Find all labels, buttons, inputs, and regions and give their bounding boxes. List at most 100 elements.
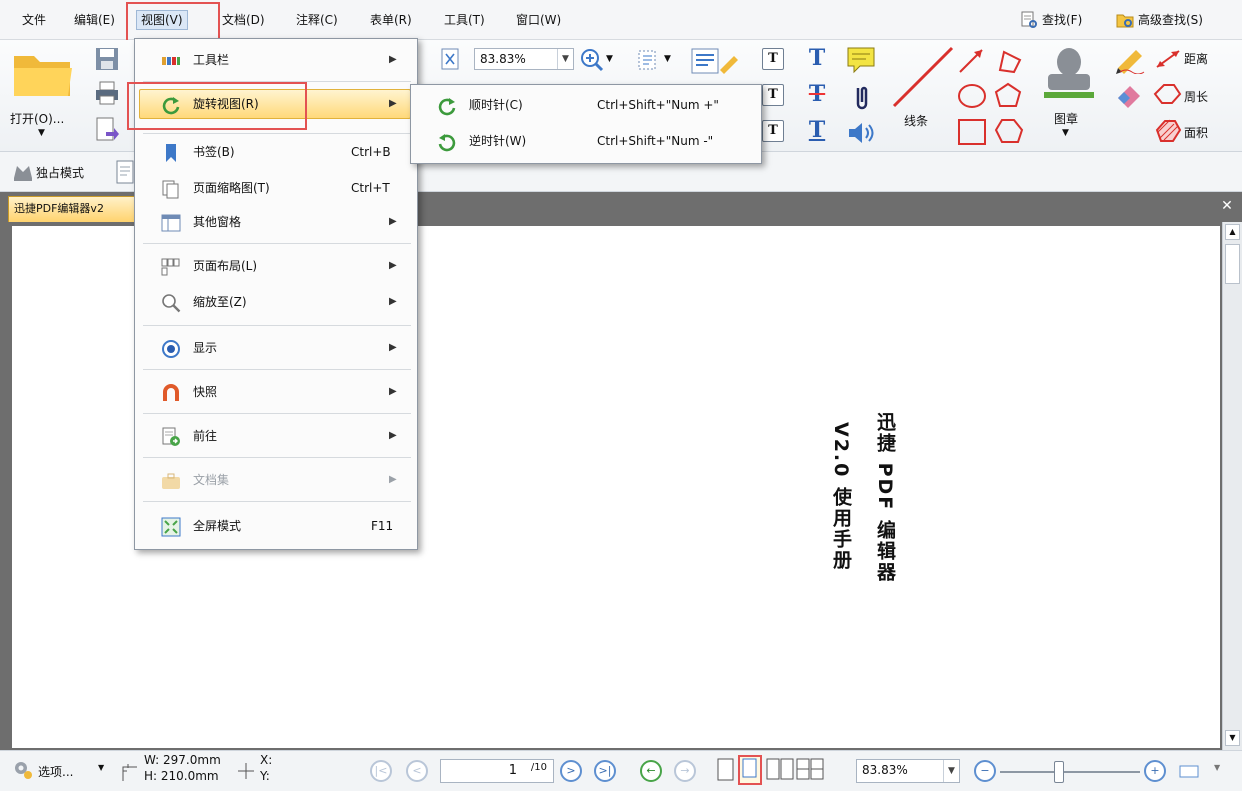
menu-edit[interactable]: 编辑(E) xyxy=(70,10,119,30)
text-field-icon[interactable]: T xyxy=(762,120,784,142)
stamp-label[interactable]: 图章 xyxy=(1054,110,1078,127)
sound-icon[interactable] xyxy=(846,120,876,146)
full-screen-icon xyxy=(161,517,181,537)
export-icon[interactable] xyxy=(94,116,120,144)
gear-icon[interactable] xyxy=(12,759,34,781)
typewriter-text-icon[interactable]: T xyxy=(806,47,828,70)
stamp-icon[interactable] xyxy=(1038,44,1100,108)
chevron-right-icon: ▶ xyxy=(389,430,397,441)
menu-window[interactable]: 窗口(W) xyxy=(512,10,565,30)
zoom-in-button[interactable]: + xyxy=(1144,760,1166,782)
note-icon[interactable] xyxy=(846,46,876,74)
pencil-icon[interactable] xyxy=(1114,44,1148,74)
zoom-value: 83.83% xyxy=(480,52,526,66)
zoom-combo[interactable]: 83.83% ▼ xyxy=(474,48,574,70)
line-tool-icon[interactable] xyxy=(890,44,956,110)
first-page-button[interactable]: |< xyxy=(370,760,392,782)
continuous-page-icon[interactable] xyxy=(738,755,762,785)
advanced-find-icon xyxy=(1116,14,1134,28)
save-icon[interactable] xyxy=(94,46,120,72)
menu-form[interactable]: 表单(R) xyxy=(366,10,416,30)
status-zoom-combo[interactable]: 83.83% ▼ xyxy=(856,759,960,783)
open-label[interactable]: 打开(O)... xyxy=(10,110,64,127)
perimeter-label[interactable]: 周长 xyxy=(1184,88,1208,105)
go-back-button[interactable]: ← xyxy=(640,760,662,782)
underline-icon[interactable]: T xyxy=(806,119,828,142)
document-tab[interactable]: 迅捷PDF编辑器v2 xyxy=(8,196,136,222)
chevron-down-icon[interactable]: ▼ xyxy=(943,760,959,782)
menu-file[interactable]: 文件 xyxy=(18,10,50,30)
fit-page-icon[interactable] xyxy=(440,48,460,70)
fit-width-icon[interactable] xyxy=(1178,763,1200,779)
scroll-up-icon[interactable]: ▲ xyxy=(1225,224,1240,240)
find-icon xyxy=(1021,11,1037,28)
menu-item-display[interactable]: 显示 ▶ xyxy=(135,331,417,365)
print-icon[interactable] xyxy=(94,80,120,106)
single-page-icon[interactable] xyxy=(716,757,736,783)
menu-item-full-screen[interactable]: 全屏模式 F11 xyxy=(135,509,417,543)
scroll-down-icon[interactable]: ▼ xyxy=(1225,730,1240,746)
zoom-out-button[interactable]: − xyxy=(974,760,996,782)
menu-tools[interactable]: 工具(T) xyxy=(440,10,489,30)
zoom-slider-thumb[interactable] xyxy=(1054,761,1064,783)
menu-comment[interactable]: 注释(C) xyxy=(292,10,342,30)
menu-item-page-layout[interactable]: 页面布局(L) ▶ xyxy=(135,249,417,283)
attachment-icon[interactable] xyxy=(850,84,872,112)
area-icon[interactable] xyxy=(1152,118,1182,144)
zoom-in-icon[interactable] xyxy=(580,48,604,72)
text-box-icon[interactable]: T xyxy=(762,48,784,70)
last-page-button[interactable]: >| xyxy=(594,760,616,782)
vertical-scrollbar[interactable]: ▲ ▼ xyxy=(1222,222,1242,750)
menu-item-go-to[interactable]: 前往 ▶ xyxy=(135,419,417,453)
menu-item-rotate-counterclockwise[interactable]: 逆时针(W) Ctrl+Shift+"Num -" xyxy=(411,123,761,159)
continuous-facing-icon[interactable] xyxy=(796,757,824,783)
callout-icon[interactable]: T xyxy=(762,84,784,106)
open-folder-icon[interactable] xyxy=(12,48,74,100)
shapes-group xyxy=(958,49,1024,145)
menu-document[interactable]: 文档(D) xyxy=(218,10,269,30)
options-dropdown-icon[interactable]: ▼ xyxy=(98,763,104,772)
find-button[interactable]: 查找(F) xyxy=(1020,8,1082,32)
page-height: H: 210.0mm xyxy=(144,769,219,783)
menu-item-snapshot[interactable]: 快照 ▶ xyxy=(135,375,417,409)
go-forward-button[interactable]: → xyxy=(674,760,696,782)
status-dropdown-icon[interactable]: ▼ xyxy=(1214,763,1220,772)
page-icon[interactable] xyxy=(116,160,134,184)
options-label[interactable]: 选项... xyxy=(38,763,73,780)
facing-pages-icon[interactable] xyxy=(766,757,794,783)
chevron-down-icon[interactable]: ▼ xyxy=(557,49,573,69)
menu-item-toolbar[interactable]: 工具栏 ▶ xyxy=(135,43,417,77)
menu-item-page-thumbnails[interactable]: 页面缩略图(T) Ctrl+T xyxy=(135,171,417,205)
strikeout-icon[interactable]: T xyxy=(806,83,828,106)
view-menu: 工具栏 ▶ 旋转视图(R) ▶ 书签(B) Ctrl+B 页面缩略图(T) Ct… xyxy=(127,38,418,550)
area-label[interactable]: 面积 xyxy=(1184,124,1208,141)
select-dropdown-icon[interactable]: ▼ xyxy=(664,54,671,64)
zoom-slider-track[interactable] xyxy=(1000,771,1140,773)
prev-page-button[interactable]: < xyxy=(406,760,428,782)
menu-separator xyxy=(143,413,411,414)
stamp-dropdown-icon[interactable]: ▼ xyxy=(1062,128,1069,138)
exclusive-mode-label[interactable]: 独占模式 xyxy=(36,164,84,181)
next-page-button[interactable]: > xyxy=(560,760,582,782)
select-text-icon[interactable] xyxy=(636,48,660,72)
open-dropdown-icon[interactable]: ▼ xyxy=(38,128,45,138)
distance-label[interactable]: 距离 xyxy=(1184,50,1208,67)
menu-item-other-panes[interactable]: 其他窗格 ▶ xyxy=(135,205,417,239)
distance-icon[interactable] xyxy=(1154,48,1182,70)
eraser-icon[interactable] xyxy=(1114,80,1144,108)
perimeter-icon[interactable] xyxy=(1152,82,1182,106)
advanced-find-button[interactable]: 高级查找(S) xyxy=(1116,8,1203,32)
line-label[interactable]: 线条 xyxy=(904,112,928,129)
zoom-dropdown-icon[interactable]: ▼ xyxy=(606,54,613,64)
page-number-field[interactable]: 1 /10 xyxy=(440,759,554,783)
typewriter-icon[interactable] xyxy=(690,46,746,76)
menu-item-rotate-clockwise[interactable]: 顺时针(C) Ctrl+Shift+"Num +" xyxy=(411,87,761,123)
page-total: /10 xyxy=(530,762,547,773)
scroll-thumb[interactable] xyxy=(1225,244,1240,284)
chevron-right-icon: ▶ xyxy=(389,474,397,485)
toolbar-icon xyxy=(162,57,180,65)
menu-item-zoom-to[interactable]: 缩放至(Z) ▶ xyxy=(135,285,417,319)
close-icon[interactable]: ✕ xyxy=(1218,197,1236,215)
menu-item-bookmarks[interactable]: 书签(B) Ctrl+B xyxy=(135,135,417,169)
exclusive-mode-icon[interactable] xyxy=(12,162,34,182)
